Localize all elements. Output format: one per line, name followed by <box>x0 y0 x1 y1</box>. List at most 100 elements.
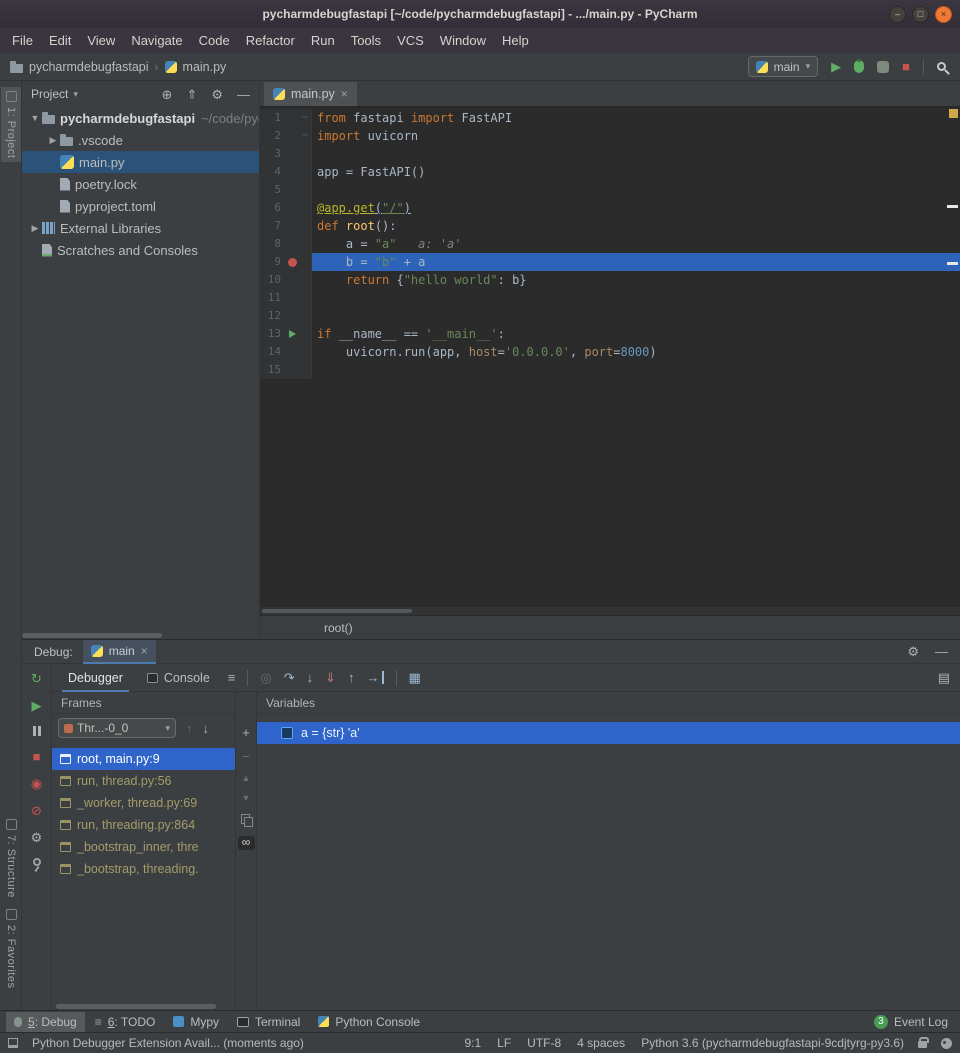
previous-frame-icon[interactable]: ↑ <box>186 722 193 735</box>
status-widget-9-1[interactable]: 9:1 <box>464 1036 481 1050</box>
step-over-icon[interactable]: ↷ <box>284 671 295 684</box>
titlebar[interactable]: pycharmdebugfastapi [~/code/pycharmdebug… <box>0 0 960 28</box>
frame-row[interactable]: run, thread.py:56 <box>52 770 235 792</box>
close-tab-icon[interactable]: × <box>341 87 348 101</box>
status-widget-python-3-6-pycharmdebugfastapi-9cdjtyrg-py3-6[interactable]: Python 3.6 (pycharmdebugfastapi-9cdjtyrg… <box>641 1036 904 1050</box>
menu-view[interactable]: View <box>79 30 123 51</box>
view-breakpoints-icon[interactable]: ◉ <box>31 777 42 790</box>
force-step-into-icon[interactable]: ⇓ <box>325 671 336 684</box>
pause-icon[interactable] <box>33 726 41 736</box>
stripe-button-favorites[interactable]: 2: Favorites <box>1 905 21 992</box>
code-line-11[interactable]: 11 <box>260 289 960 307</box>
project-scrollbar[interactable] <box>22 632 259 639</box>
code-line-15[interactable]: 15 <box>260 361 960 379</box>
run-button[interactable]: ▶ <box>831 60 841 73</box>
close-icon[interactable]: × <box>935 6 952 23</box>
tree-item-poetry-lock[interactable]: poetry.lock <box>22 173 259 195</box>
code-line-3[interactable]: 3 <box>260 145 960 163</box>
breakpoint-icon[interactable] <box>288 258 297 267</box>
variable-row[interactable]: a = {str} 'a' <box>257 722 960 744</box>
tree-item-scratches-and-consoles[interactable]: Scratches and Consoles <box>22 239 259 261</box>
code-line-13[interactable]: 13if __name__ == '__main__': <box>260 325 960 343</box>
code-line-6[interactable]: 6@app.get("/") <box>260 199 960 217</box>
gear-icon[interactable]: ⚙ <box>211 88 223 101</box>
project-panel-title[interactable]: Project <box>31 87 68 101</box>
menu-tools[interactable]: Tools <box>343 30 389 51</box>
frame-row[interactable]: run, threading.py:864 <box>52 814 235 836</box>
breadcrumb-project[interactable]: pycharmdebugfastapi <box>29 60 149 74</box>
maximize-icon[interactable]: □ <box>912 6 929 23</box>
toolwindow-button-terminal[interactable]: Terminal <box>229 1012 308 1032</box>
stripe-button-project[interactable]: 1: Project <box>1 87 21 162</box>
scrollbar-thumb[interactable] <box>22 633 162 638</box>
code-line-10[interactable]: 10 return {"hello world": b} <box>260 271 960 289</box>
hide-debug-panel-icon[interactable]: — <box>935 645 948 658</box>
stop-icon[interactable]: ■ <box>33 750 41 763</box>
add-watch-icon[interactable]: + <box>242 726 250 739</box>
status-message[interactable]: Python Debugger Extension Avail... (mome… <box>32 1036 304 1050</box>
run-line-icon[interactable] <box>289 330 296 338</box>
search-icon[interactable] <box>937 62 946 71</box>
debug-settings-gear-icon[interactable]: ⚙ <box>907 645 919 658</box>
settings-gear-icon[interactable]: ⚙ <box>31 831 43 844</box>
frame-row[interactable]: _worker, thread.py:69 <box>52 792 235 814</box>
tree-item-pycharmdebugfastapi[interactable]: ▼pycharmdebugfastapi ~/code/pycharmdebug… <box>22 107 259 129</box>
code-line-4[interactable]: 4app = FastAPI() <box>260 163 960 181</box>
run-config-selector[interactable]: main ▾ <box>748 56 819 77</box>
code-line-14[interactable]: 14 uvicorn.run(app, host='0.0.0.0', port… <box>260 343 960 361</box>
step-into-icon[interactable]: ↓ <box>307 671 314 684</box>
remove-watch-icon[interactable]: − <box>242 750 250 763</box>
debug-session-tab[interactable]: main × <box>83 640 156 664</box>
code-line-7[interactable]: 7def root(): <box>260 217 960 235</box>
code-line-5[interactable]: 5 <box>260 181 960 199</box>
move-down-icon[interactable]: ▼ <box>242 794 251 803</box>
pin-icon[interactable] <box>33 858 41 866</box>
editor-scrollbar[interactable] <box>260 607 960 615</box>
scrollbar-thumb[interactable] <box>56 1004 216 1009</box>
step-out-icon[interactable]: ↑ <box>348 671 355 684</box>
layout-menu-icon[interactable]: ≡ <box>228 671 236 684</box>
status-widget-utf-8[interactable]: UTF-8 <box>527 1036 561 1050</box>
menu-window[interactable]: Window <box>432 30 494 51</box>
tab-debugger[interactable]: Debugger <box>62 664 129 692</box>
rerun-icon[interactable]: ↻ <box>31 672 42 685</box>
lock-icon[interactable] <box>918 1041 927 1048</box>
menu-file[interactable]: File <box>4 30 41 51</box>
hide-panel-icon[interactable]: — <box>237 88 250 101</box>
show-return-values-icon[interactable]: ∞ <box>238 836 255 850</box>
thread-selector[interactable]: Thr...-0_0 ▾ <box>58 718 176 738</box>
toolwindow-button-mypy[interactable]: Mypy <box>165 1012 227 1032</box>
menu-vcs[interactable]: VCS <box>389 30 432 51</box>
code-editor[interactable]: 1−from fastapi import FastAPI2−import uv… <box>260 107 960 607</box>
evaluate-expression-icon[interactable]: ▦ <box>409 671 421 684</box>
toolwindow-toggle-icon[interactable] <box>8 1038 18 1048</box>
frame-row[interactable]: root, main.py:9 <box>52 748 235 770</box>
menu-run[interactable]: Run <box>303 30 343 51</box>
breadcrumb-file[interactable]: main.py <box>183 60 227 74</box>
frame-row[interactable]: _bootstrap_inner, thre <box>52 836 235 858</box>
duplicate-icon[interactable] <box>241 814 252 825</box>
status-widget-lf[interactable]: LF <box>497 1036 511 1050</box>
frames-scrollbar[interactable] <box>52 1003 235 1010</box>
tree-item-main-py[interactable]: main.py <box>22 151 259 173</box>
minimize-icon[interactable]: – <box>889 6 906 23</box>
mute-breakpoints-icon[interactable]: ⊘ <box>31 804 42 817</box>
menu-edit[interactable]: Edit <box>41 30 79 51</box>
menu-code[interactable]: Code <box>191 30 238 51</box>
code-line-12[interactable]: 12 <box>260 307 960 325</box>
chevron-down-icon[interactable]: ▾ <box>73 89 78 100</box>
tree-item-pyproject-toml[interactable]: pyproject.toml <box>22 195 259 217</box>
tree-item-vscode[interactable]: ▶.vscode <box>22 129 259 151</box>
resume-icon[interactable]: ▶ <box>32 699 42 712</box>
code-line-2[interactable]: 2−import uvicorn <box>260 127 960 145</box>
status-widget-4-spaces[interactable]: 4 spaces <box>577 1036 625 1050</box>
event-log-button[interactable]: 3 Event Log <box>874 1015 954 1029</box>
toolwindow-button-python-console[interactable]: Python Console <box>310 1012 428 1032</box>
breadcrumb-root[interactable]: root() <box>324 621 353 635</box>
tree-item-external-libraries[interactable]: ▶External Libraries <box>22 217 259 239</box>
next-frame-icon[interactable]: ↓ <box>203 722 210 735</box>
stripe-button-structure[interactable]: 7: Structure <box>1 815 21 902</box>
menu-help[interactable]: Help <box>494 30 537 51</box>
show-execution-point-icon[interactable]: ◎ <box>260 671 271 684</box>
hector-icon[interactable] <box>941 1038 952 1049</box>
